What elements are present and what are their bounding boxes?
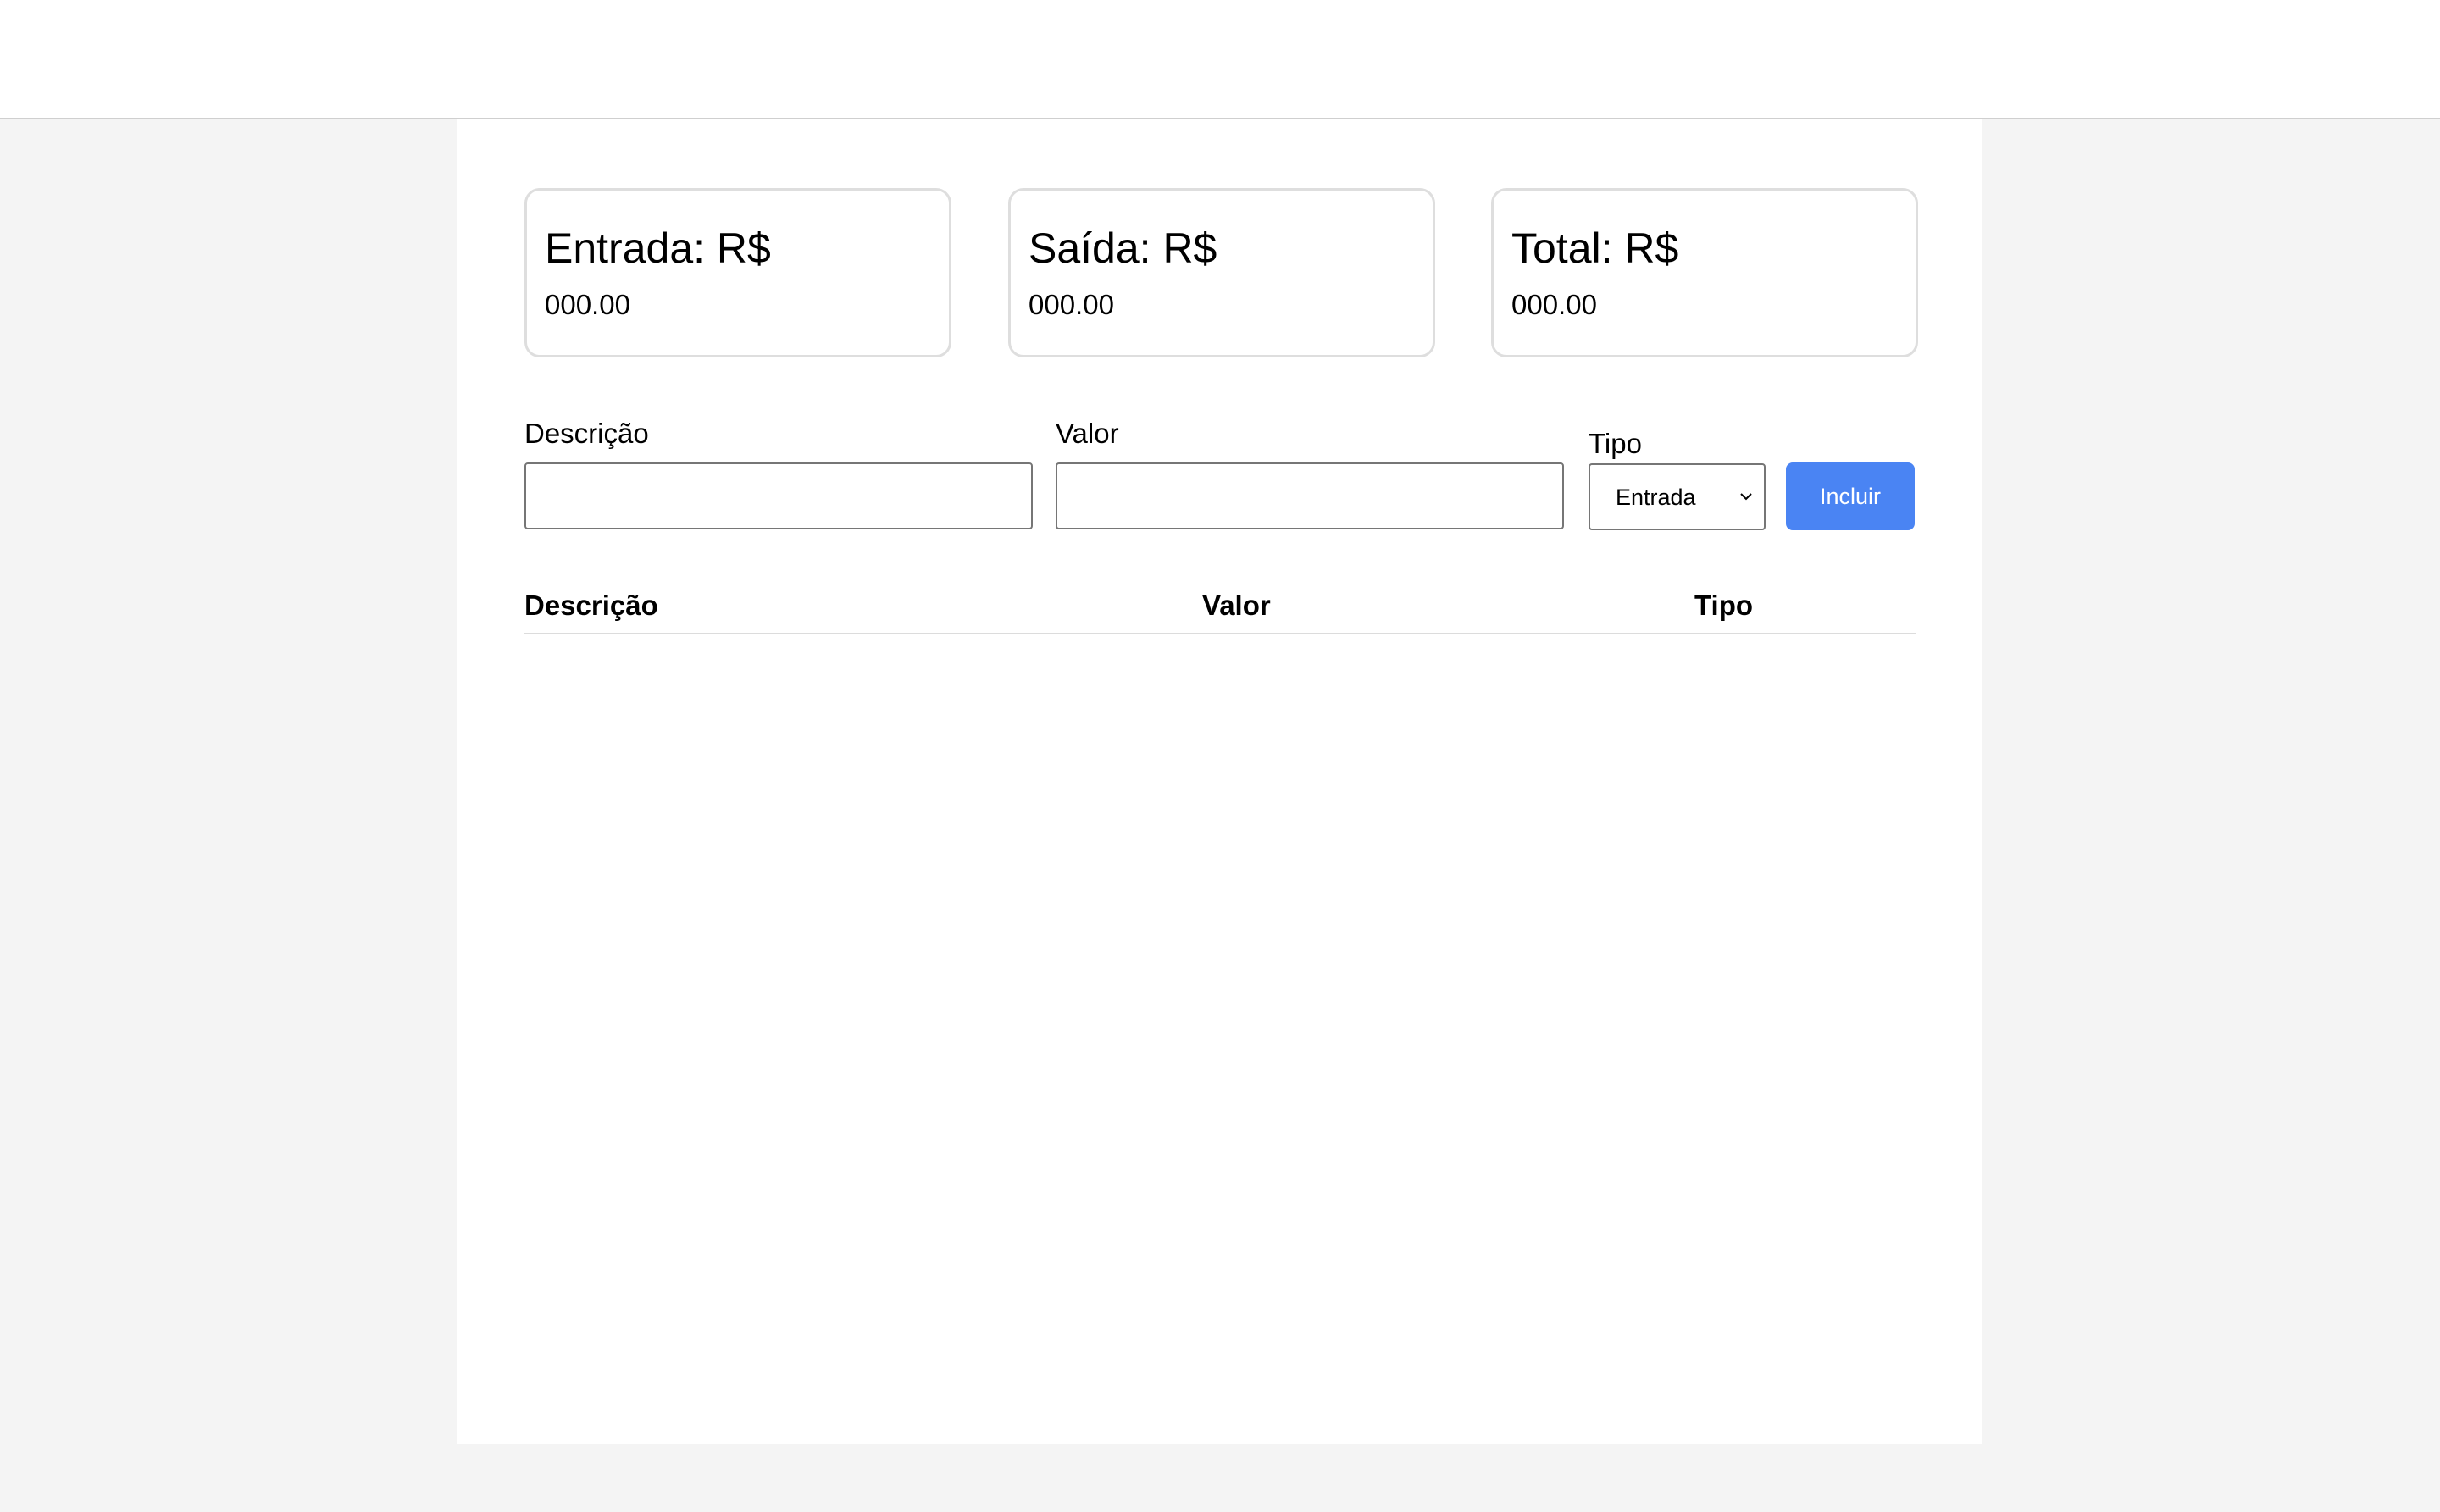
description-label: Descrição bbox=[524, 418, 649, 449]
column-header-description: Descrição bbox=[524, 590, 658, 621]
chevron-down-icon bbox=[1740, 493, 1752, 501]
main-container: Entrada: R$ 000.00 Saída: R$ 000.00 Tota… bbox=[458, 119, 1982, 1444]
type-select-value: Entrada bbox=[1616, 485, 1696, 510]
transactions-table: Descrição Valor Tipo bbox=[524, 586, 1916, 634]
column-header-value: Valor bbox=[1202, 590, 1271, 621]
total-card-title: Total: R$ bbox=[1511, 224, 1679, 272]
summary-cards: Entrada: R$ 000.00 Saída: R$ 000.00 Tota… bbox=[524, 188, 1918, 357]
income-card-value: 000.00 bbox=[545, 289, 630, 320]
add-button[interactable]: Incluir bbox=[1786, 462, 1915, 530]
top-bar bbox=[0, 0, 2440, 119]
type-label: Tipo bbox=[1589, 428, 1642, 459]
value-input[interactable] bbox=[1056, 462, 1564, 529]
income-card-title: Entrada: R$ bbox=[545, 224, 771, 272]
income-card: Entrada: R$ 000.00 bbox=[524, 188, 951, 357]
expense-card-value: 000.00 bbox=[1029, 289, 1114, 320]
total-card-value: 000.00 bbox=[1511, 289, 1597, 320]
transaction-form: Descrição Valor Tipo Entrada Incluir bbox=[524, 418, 1917, 536]
description-input[interactable] bbox=[524, 462, 1033, 529]
type-select[interactable]: Entrada bbox=[1589, 463, 1766, 530]
expense-card: Saída: R$ 000.00 bbox=[1008, 188, 1435, 357]
expense-card-title: Saída: R$ bbox=[1029, 224, 1217, 272]
value-label: Valor bbox=[1056, 418, 1119, 449]
total-card: Total: R$ 000.00 bbox=[1491, 188, 1918, 357]
column-header-type: Tipo bbox=[1694, 590, 1754, 621]
